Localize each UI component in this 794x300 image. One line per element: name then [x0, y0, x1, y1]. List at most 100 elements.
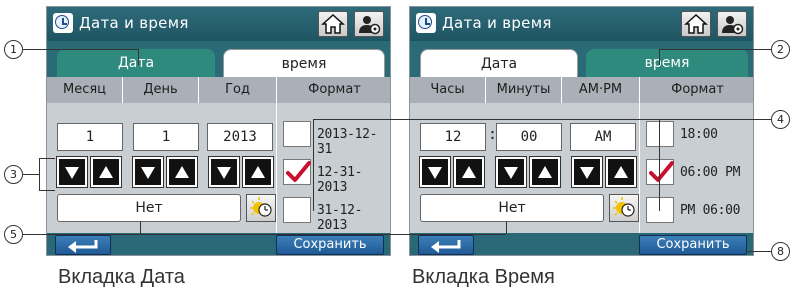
save-button[interactable]: Сохранить [639, 235, 747, 255]
minutes-down-button[interactable] [495, 156, 527, 188]
format-divider [639, 103, 640, 233]
month-down-button[interactable] [56, 156, 88, 188]
day-down-button[interactable] [132, 156, 164, 188]
callout-line-4 [659, 119, 771, 120]
callout-3: 3 [4, 165, 23, 184]
format-label-2: 06:00 PM [680, 165, 741, 180]
column-day: День [123, 77, 199, 103]
column-minutes: Минуты [486, 77, 562, 103]
callout-line-8 [746, 251, 771, 252]
back-button[interactable] [55, 235, 111, 255]
callout-5: 5 [4, 225, 23, 244]
column-header-bar: Часы Минуты AM·PM Формат [410, 77, 753, 103]
month-up-button[interactable] [90, 156, 122, 188]
daylight-saving-button[interactable] [246, 194, 276, 222]
format-label-3: PM 06:00 [680, 203, 741, 218]
time-tab-screen: Дата и время Дата время Часы Минуты AM·P… [409, 6, 754, 256]
callout-line-5c [140, 234, 506, 235]
format-checkbox-1[interactable] [646, 121, 674, 147]
format-checkbox-3[interactable] [283, 197, 311, 223]
column-am-pm: AM·PM [562, 77, 640, 103]
callout-line-5 [23, 234, 140, 235]
month-value[interactable]: 1 [57, 123, 123, 151]
user-settings-icon [722, 16, 744, 35]
hours-up-button[interactable] [453, 156, 485, 188]
home-button[interactable] [318, 11, 348, 37]
daylight-saving-value[interactable]: Нет [57, 194, 241, 222]
callout-4: 4 [771, 110, 790, 129]
format-label-1: 2013-12-31 [317, 127, 378, 157]
column-hours: Часы [410, 77, 486, 103]
column-year: Год [199, 77, 277, 103]
caption-date-tab: Вкладка Дата [58, 266, 185, 288]
callout-line-3 [23, 174, 39, 175]
minutes-value[interactable]: 00 [496, 123, 562, 151]
save-button[interactable]: Сохранить [276, 235, 384, 255]
callout-2: 2 [771, 40, 790, 59]
format-checkbox-2[interactable] [283, 159, 311, 185]
tab-time[interactable]: время [586, 49, 748, 77]
callout-line-5b [140, 221, 141, 234]
column-header-bar: Месяц День Год Формат [47, 77, 390, 103]
tab-date[interactable]: Дата [420, 49, 578, 77]
callout-line-3d [39, 190, 55, 191]
title-bar: Дата и время [47, 7, 390, 41]
back-button[interactable] [418, 235, 474, 255]
column-format: Формат [308, 82, 361, 97]
home-button[interactable] [681, 11, 711, 37]
am-pm-value[interactable]: AM [570, 123, 636, 151]
home-icon [684, 13, 708, 34]
tab-time[interactable]: время [223, 49, 385, 77]
callout-line-5d [506, 221, 507, 234]
callout-line-4c [313, 119, 659, 120]
daylight-saving-value[interactable]: Нет [420, 194, 604, 222]
tab-date[interactable]: Дата [57, 49, 215, 77]
check-icon [286, 161, 311, 182]
screen-title: Дата и время [79, 14, 189, 32]
format-checkbox-1[interactable] [283, 121, 311, 147]
year-down-button[interactable] [208, 156, 240, 188]
format-checkbox-2[interactable] [646, 159, 674, 185]
am-pm-up-button[interactable] [605, 156, 637, 188]
caption-time-tab: Вкладка Время [412, 266, 555, 288]
callout-line-1b [138, 49, 139, 65]
am-pm-down-button[interactable] [571, 156, 603, 188]
daylight-saving-icon [250, 197, 272, 217]
daylight-saving-icon [613, 197, 635, 217]
user-settings-button[interactable] [354, 11, 384, 37]
callout-line-3b [39, 158, 40, 190]
bottom-bar: Сохранить [410, 233, 753, 255]
back-arrow-icon [431, 240, 461, 253]
back-arrow-icon [68, 240, 98, 253]
year-up-button[interactable] [242, 156, 274, 188]
format-label-2: 12-31-2013 [317, 165, 363, 195]
callout-line-1 [23, 49, 138, 50]
format-label-1: 18:00 [680, 127, 718, 142]
callout-line-3c [39, 158, 55, 159]
format-checkbox-3[interactable] [646, 197, 674, 223]
hours-value[interactable]: 12 [420, 123, 486, 151]
tab-row: Дата время [47, 41, 390, 77]
bottom-bar: Сохранить [47, 233, 390, 255]
user-settings-icon [359, 16, 381, 35]
callout-line-4b [659, 119, 660, 211]
year-value[interactable]: 2013 [207, 123, 273, 151]
callout-8: 8 [771, 242, 790, 261]
daylight-saving-button[interactable] [609, 194, 639, 222]
callout-line-2b [659, 49, 660, 65]
callout-line-2 [659, 49, 771, 50]
day-up-button[interactable] [166, 156, 198, 188]
date-tab-screen: Дата и время Дата время Месяц День Год Ф… [46, 6, 391, 256]
screen-title: Дата и время [442, 14, 552, 32]
hours-down-button[interactable] [419, 156, 451, 188]
format-divider [276, 103, 277, 233]
day-value[interactable]: 1 [133, 123, 199, 151]
column-format: Формат [671, 82, 724, 97]
title-bar: Дата и время [410, 7, 753, 41]
callout-line-4d [313, 119, 314, 211]
user-settings-button[interactable] [717, 11, 747, 37]
callout-1: 1 [4, 40, 23, 59]
minutes-up-button[interactable] [529, 156, 561, 188]
home-icon [321, 13, 345, 34]
clock-icon [416, 13, 436, 33]
